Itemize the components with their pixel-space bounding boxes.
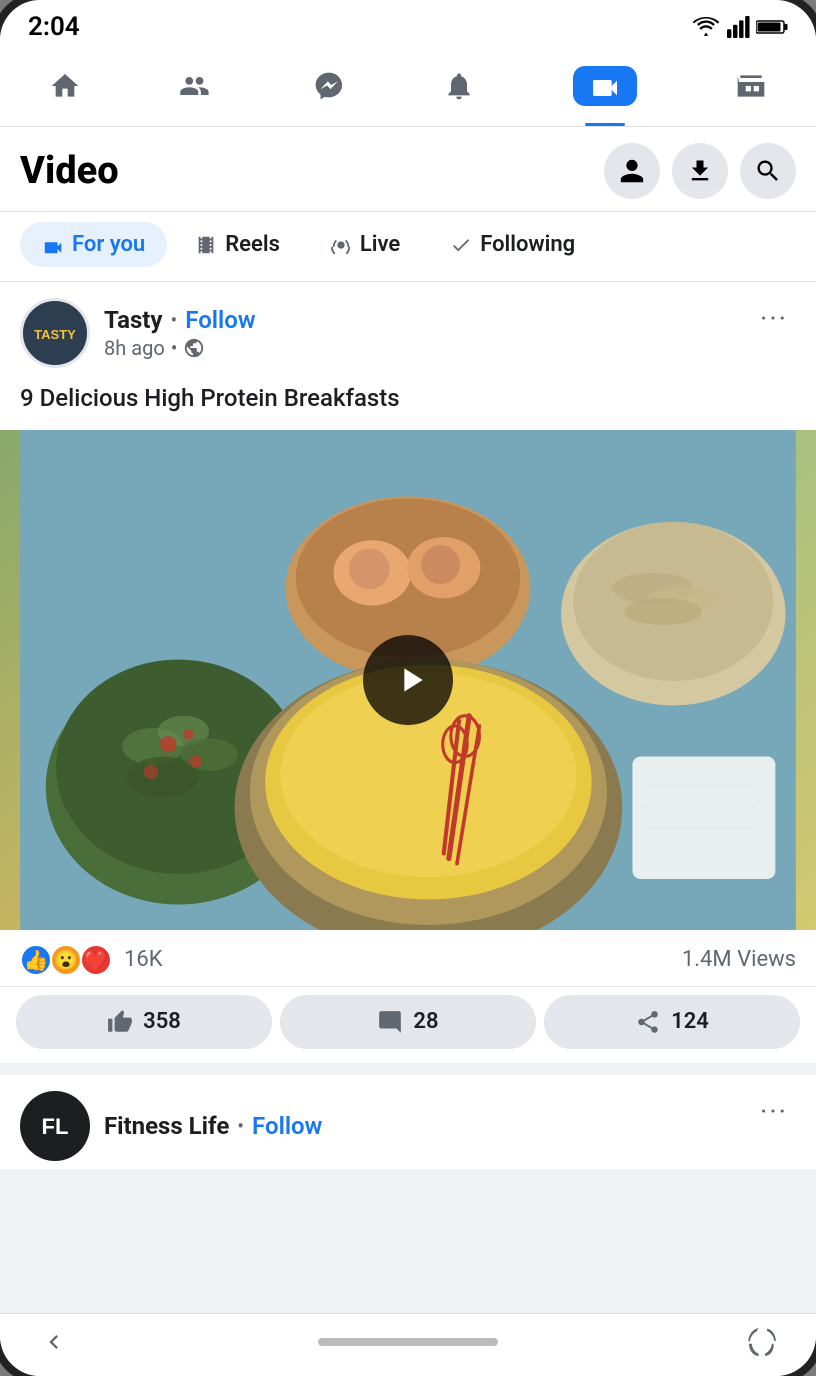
header-actions (604, 143, 796, 199)
reaction-count-1: 16K (124, 947, 163, 972)
author-info-2: Fitness Life • Follow (104, 1112, 322, 1140)
nav-video[interactable] (553, 58, 657, 114)
tab-reels-label: Reels (225, 232, 280, 257)
post-header-1: TASTY Tasty • Follow 8h ago • (0, 282, 816, 376)
avatar-tasty: TASTY (20, 298, 90, 368)
tab-for-you-label: For you (72, 232, 145, 257)
tab-following-label: Following (480, 232, 575, 257)
battery-icon (756, 17, 788, 37)
post-card-1: TASTY Tasty • Follow 8h ago • (0, 282, 816, 1063)
content-area: TASTY Tasty • Follow 8h ago • (0, 282, 816, 1313)
rotate-button[interactable] (748, 1328, 776, 1356)
tab-live-label: Live (360, 232, 400, 257)
search-button[interactable] (740, 143, 796, 199)
comment-count-1: 28 (413, 1009, 438, 1034)
follow-btn-1[interactable]: Follow (185, 306, 255, 334)
wifi-icon (692, 17, 720, 37)
play-button-1[interactable] (363, 635, 453, 725)
nav-bar (0, 50, 816, 127)
globe-icon (183, 337, 205, 359)
like-button-1[interactable]: 358 (16, 995, 272, 1049)
like-emoji: 👍 (20, 944, 52, 976)
download-button[interactable] (672, 143, 728, 199)
post-meta-1: 8h ago • (104, 336, 256, 360)
tab-following[interactable]: Following (428, 222, 597, 267)
home-indicator (318, 1338, 498, 1346)
status-bar: 2:04 (0, 0, 816, 50)
reaction-emojis-1: 👍 😮 ❤️ 16K (20, 944, 163, 976)
more-options-btn-1[interactable]: ··· (752, 298, 796, 339)
follow-btn-2[interactable]: Follow (252, 1112, 322, 1140)
tabs-bar: For you Reels Live Following (0, 212, 816, 282)
tab-reels[interactable]: Reels (173, 222, 302, 267)
svg-text:TASTY: TASTY (34, 327, 76, 342)
wow-emoji: 😮 (50, 944, 82, 976)
author-name-1: Tasty (104, 306, 163, 334)
time-ago-1: 8h ago (104, 336, 165, 360)
action-row-1: 358 28 124 (0, 987, 816, 1063)
more-options-btn-2[interactable]: ··· (752, 1091, 796, 1132)
nav-notifications[interactable] (423, 62, 495, 110)
comment-button-1[interactable]: 28 (280, 995, 536, 1049)
like-count-1: 358 (143, 1009, 181, 1034)
post-author-1: TASTY Tasty • Follow 8h ago • (20, 298, 256, 368)
nav-friends[interactable] (159, 62, 235, 110)
post-author-2: FL Fitness Life • Follow (20, 1091, 322, 1161)
tab-for-you[interactable]: For you (20, 222, 167, 267)
reactions-row-1: 👍 😮 ❤️ 16K 1.4M Views (0, 930, 816, 987)
tab-live[interactable]: Live (308, 222, 422, 267)
page-header: Video (0, 127, 816, 212)
bottom-nav (0, 1313, 816, 1376)
profile-button[interactable] (604, 143, 660, 199)
phone-frame: 2:04 (0, 0, 816, 1376)
nav-store[interactable] (715, 62, 787, 110)
nav-home[interactable] (29, 62, 101, 110)
post-header-2: FL Fitness Life • Follow ··· (0, 1075, 816, 1169)
post-card-2: FL Fitness Life • Follow ··· (0, 1075, 816, 1169)
author-name-row-1: Tasty • Follow (104, 306, 256, 334)
author-info-1: Tasty • Follow 8h ago • (104, 306, 256, 360)
share-count-1: 124 (671, 1009, 709, 1034)
share-button-1[interactable]: 124 (544, 995, 800, 1049)
avatar-fitness: FL (20, 1091, 90, 1161)
video-thumbnail-1[interactable] (0, 430, 816, 930)
status-icons (692, 16, 788, 38)
love-emoji: ❤️ (80, 944, 112, 976)
nav-messenger[interactable] (293, 62, 365, 110)
status-time: 2:04 (28, 12, 80, 42)
signal-icon (726, 16, 750, 38)
views-count-1: 1.4M Views (682, 947, 796, 972)
svg-text:FL: FL (42, 1114, 69, 1139)
post-title-1: 9 Delicious High Protein Breakfasts (0, 376, 816, 430)
author-name-row-2: Fitness Life • Follow (104, 1112, 322, 1140)
page-title: Video (20, 149, 119, 193)
back-button[interactable] (40, 1328, 68, 1356)
author-name-2: Fitness Life (104, 1112, 229, 1140)
